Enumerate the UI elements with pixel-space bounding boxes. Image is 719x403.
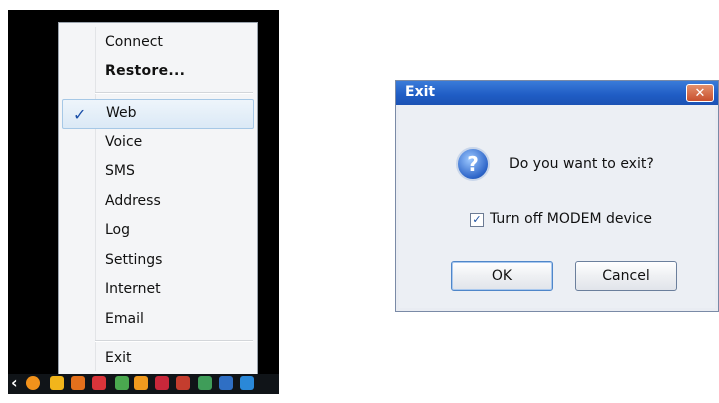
tray-context-menu: Connect Restore... ✓ Web Voice SMS Addre… xyxy=(58,22,258,376)
cancel-button[interactable]: Cancel xyxy=(575,261,677,291)
cross-icon[interactable] xyxy=(155,376,169,390)
menu-item-label: SMS xyxy=(105,163,135,179)
dialog-titlebar[interactable]: Exit ✕ xyxy=(396,81,718,105)
flame-icon[interactable] xyxy=(71,376,85,390)
menu-item-connect[interactable]: Connect xyxy=(62,29,254,57)
exit-dialog: Exit ✕ ? Do you want to exit? ✓ Turn off… xyxy=(395,80,719,312)
menu-item-label: Web xyxy=(106,105,137,121)
language-icon[interactable] xyxy=(219,376,233,390)
menu-item-log[interactable]: Log xyxy=(62,217,254,245)
menu-item-label: Settings xyxy=(105,252,163,268)
taskbar-notification-area: ‹ xyxy=(8,373,279,394)
dialog-title: Exit xyxy=(405,84,436,100)
menu-item-label: Voice xyxy=(105,134,143,150)
close-icon[interactable]: ✕ xyxy=(686,84,714,102)
menu-item-exit[interactable]: Exit xyxy=(62,345,254,373)
dialog-body: ? Do you want to exit? ✓ Turn off MODEM … xyxy=(399,105,715,308)
menu-item-restore[interactable]: Restore... xyxy=(62,58,254,86)
ok-button[interactable]: OK xyxy=(451,261,553,291)
language-icon[interactable] xyxy=(240,376,254,390)
menu-item-label: Connect xyxy=(105,34,163,50)
menu-separator xyxy=(95,92,253,94)
checkbox-label[interactable]: Turn off MODEM device xyxy=(490,211,652,227)
menu-item-web[interactable]: ✓ Web xyxy=(62,99,254,129)
menu-item-label: Address xyxy=(105,193,161,209)
menu-item-label: Internet xyxy=(105,281,161,297)
menu-item-label: Exit xyxy=(105,350,132,366)
menu-item-address[interactable]: Address xyxy=(62,188,254,216)
turn-off-modem-checkbox[interactable]: ✓ xyxy=(470,213,484,227)
menu-item-voice[interactable]: Voice xyxy=(62,129,254,157)
question-icon: ? xyxy=(456,147,490,181)
menu-item-label: Restore... xyxy=(105,63,186,79)
menu-item-settings[interactable]: Settings xyxy=(62,247,254,275)
dialog-message: Do you want to exit? xyxy=(509,156,654,172)
show-hidden-icons-chevron-icon[interactable]: ‹ xyxy=(11,373,18,392)
menu-separator xyxy=(95,340,253,342)
menu-item-sms[interactable]: SMS xyxy=(62,158,254,186)
checkmark-icon: ✓ xyxy=(73,105,87,124)
display-icon[interactable] xyxy=(198,376,212,390)
orange-round-icon[interactable] xyxy=(26,376,40,390)
network-icon[interactable] xyxy=(115,376,129,390)
modem-icon[interactable] xyxy=(134,376,148,390)
menu-item-label: Log xyxy=(105,222,131,238)
menu-item-internet[interactable]: Internet xyxy=(62,276,254,304)
shield-icon[interactable] xyxy=(92,376,106,390)
clock-icon[interactable] xyxy=(50,376,64,390)
user-icon[interactable] xyxy=(176,376,190,390)
menu-item-label: Email xyxy=(105,311,144,327)
menu-item-email[interactable]: Email xyxy=(62,306,254,334)
